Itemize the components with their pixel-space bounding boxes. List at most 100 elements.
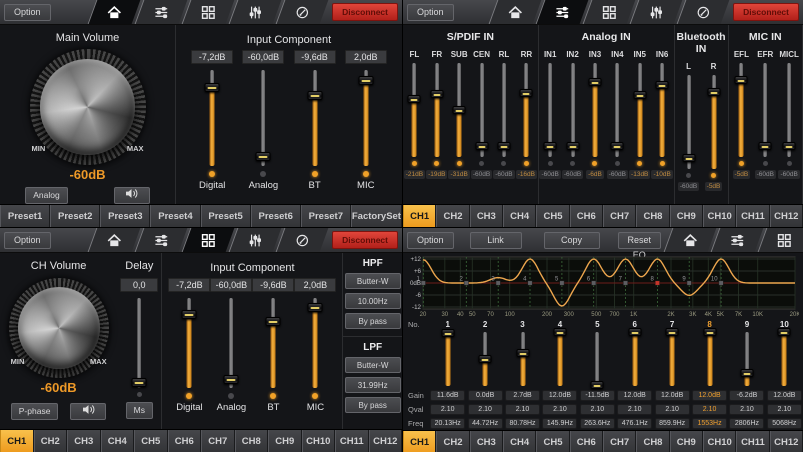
tab-ch8[interactable]: CH8 [235,430,269,452]
eq-gain-value[interactable]: -11.5dB [580,390,615,401]
slider-handle[interactable] [475,142,488,150]
nav-tab-mixer[interactable] [711,228,764,252]
slider-handle[interactable] [224,375,239,384]
input-slider-bt[interactable] [264,298,282,388]
slider-handle[interactable] [703,328,716,336]
nav-tab-mixer[interactable] [135,228,188,252]
eq-freq-value[interactable]: 80.78Hz [505,418,540,429]
lpf-bypass-button[interactable]: By pass [345,397,401,413]
eq-freq-value[interactable]: 263.6Hz [580,418,615,429]
eq-band-slider-4[interactable] [553,332,567,386]
slider-handle[interactable] [611,142,624,150]
eq-band-slider-10[interactable] [777,332,791,386]
mixer-slider-in2[interactable] [566,63,580,157]
eq-freq-value[interactable]: 2806Hz [729,418,764,429]
input-slider-digital[interactable] [203,70,221,166]
tab-ch8[interactable]: CH8 [636,205,669,227]
slider-handle[interactable] [588,78,601,86]
nav-tab-home[interactable] [664,228,717,252]
tab-ch7[interactable]: CH7 [603,431,636,452]
nav-tab-grid[interactable] [182,228,235,252]
eq-band-slider-3[interactable] [516,332,530,386]
eq-band-slider-5[interactable] [590,332,604,386]
option-button[interactable]: Option [407,4,454,21]
p-phase-button[interactable]: P-phase [11,403,59,420]
input-slider-bt[interactable] [306,70,324,166]
slider-handle[interactable] [566,142,579,150]
mixer-slider-efr[interactable] [758,63,772,157]
slider-handle[interactable] [430,90,443,98]
slider-handle[interactable] [307,91,322,100]
eq-band-slider-8[interactable] [703,332,717,386]
ch-volume-knob[interactable]: MIN MAX [9,278,109,378]
slider-handle[interactable] [441,329,454,337]
reset-eq-button[interactable]: Reset EQ [618,232,662,249]
slider-handle[interactable] [520,89,533,97]
slider-handle[interactable] [759,142,772,150]
copy-button[interactable]: Copy [544,232,600,249]
eq-gain-value[interactable]: 0.0dB [468,390,503,401]
eq-gain-value[interactable]: -6.2dB [729,390,764,401]
mute-button[interactable] [114,187,150,204]
tab-preset2[interactable]: Preset2 [50,205,100,227]
eq-qval-value[interactable]: 2.10 [542,404,577,415]
tab-ch3[interactable]: CH3 [470,205,503,227]
eq-freq-value[interactable]: 145.9Hz [542,418,577,429]
eq-freq-value[interactable]: 476.1Hz [617,418,652,429]
tab-ch7[interactable]: CH7 [201,430,235,452]
tab-ch12[interactable]: CH12 [770,205,803,227]
nav-tab-pen[interactable] [276,228,329,252]
mixer-slider-rl[interactable] [497,63,511,157]
tab-ch3[interactable]: CH3 [470,431,503,452]
slider-handle[interactable] [666,328,679,336]
tab-ch2[interactable]: CH2 [436,205,469,227]
link-button[interactable]: Link [470,232,522,249]
eq-freq-value[interactable]: 5068Hz [767,418,802,429]
slider-handle[interactable] [479,355,492,363]
tab-ch3[interactable]: CH3 [67,430,101,452]
tab-preset1[interactable]: Preset1 [0,205,50,227]
mixer-slider-rr[interactable] [519,63,533,157]
input-slider-mic[interactable] [357,70,375,166]
mixer-slider-in5[interactable] [633,63,647,157]
nav-tab-home[interactable] [88,228,141,252]
slider-handle[interactable] [778,328,791,336]
mixer-slider-sub[interactable] [452,63,466,157]
nav-tab-mixer[interactable] [135,0,188,24]
tab-ch2[interactable]: CH2 [436,431,469,452]
tab-ch5[interactable]: CH5 [134,430,168,452]
slider-handle[interactable] [707,88,720,96]
mixer-slider-cen[interactable] [475,63,489,157]
lpf-type-button[interactable]: Butter-W [345,357,401,373]
lpf-freq-button[interactable]: 31.99Hz [345,377,401,393]
slider-handle[interactable] [591,381,604,389]
nav-tab-home[interactable] [88,0,141,24]
delay-slider[interactable] [130,298,148,388]
tab-ch12[interactable]: CH12 [770,431,803,452]
tab-preset6[interactable]: Preset6 [251,205,301,227]
mixer-slider-fr[interactable] [430,63,444,157]
eq-gain-value[interactable]: 12.0dB [542,390,577,401]
tab-ch9[interactable]: CH9 [268,430,302,452]
eq-qval-value[interactable]: 2.10 [617,404,652,415]
delay-unit-button[interactable]: Ms [126,402,153,419]
eq-qval-value[interactable]: 2.10 [767,404,802,415]
slider-handle[interactable] [205,83,220,92]
slider-handle[interactable] [656,81,669,89]
disconnect-button[interactable]: Disconnect [733,3,799,21]
tab-ch9[interactable]: CH9 [670,431,703,452]
mixer-slider-in3[interactable] [588,63,602,157]
hpf-bypass-button[interactable]: By pass [345,313,401,329]
eq-qval-value[interactable]: 2.10 [655,404,690,415]
slider-handle[interactable] [132,378,147,387]
eq-band-slider-2[interactable] [478,332,492,386]
hpf-type-button[interactable]: Butter-W [345,273,401,289]
slider-handle[interactable] [628,328,641,336]
slider-handle[interactable] [266,317,281,326]
tab-ch4[interactable]: CH4 [101,430,135,452]
eq-curve-graph[interactable]: 20304050701002003005007001K2K3K4K5K7K10K… [407,255,799,319]
tab-preset3[interactable]: Preset3 [100,205,150,227]
tab-ch10[interactable]: CH10 [302,430,336,452]
mute-button[interactable] [70,403,106,420]
tab-ch1[interactable]: CH1 [403,431,436,452]
